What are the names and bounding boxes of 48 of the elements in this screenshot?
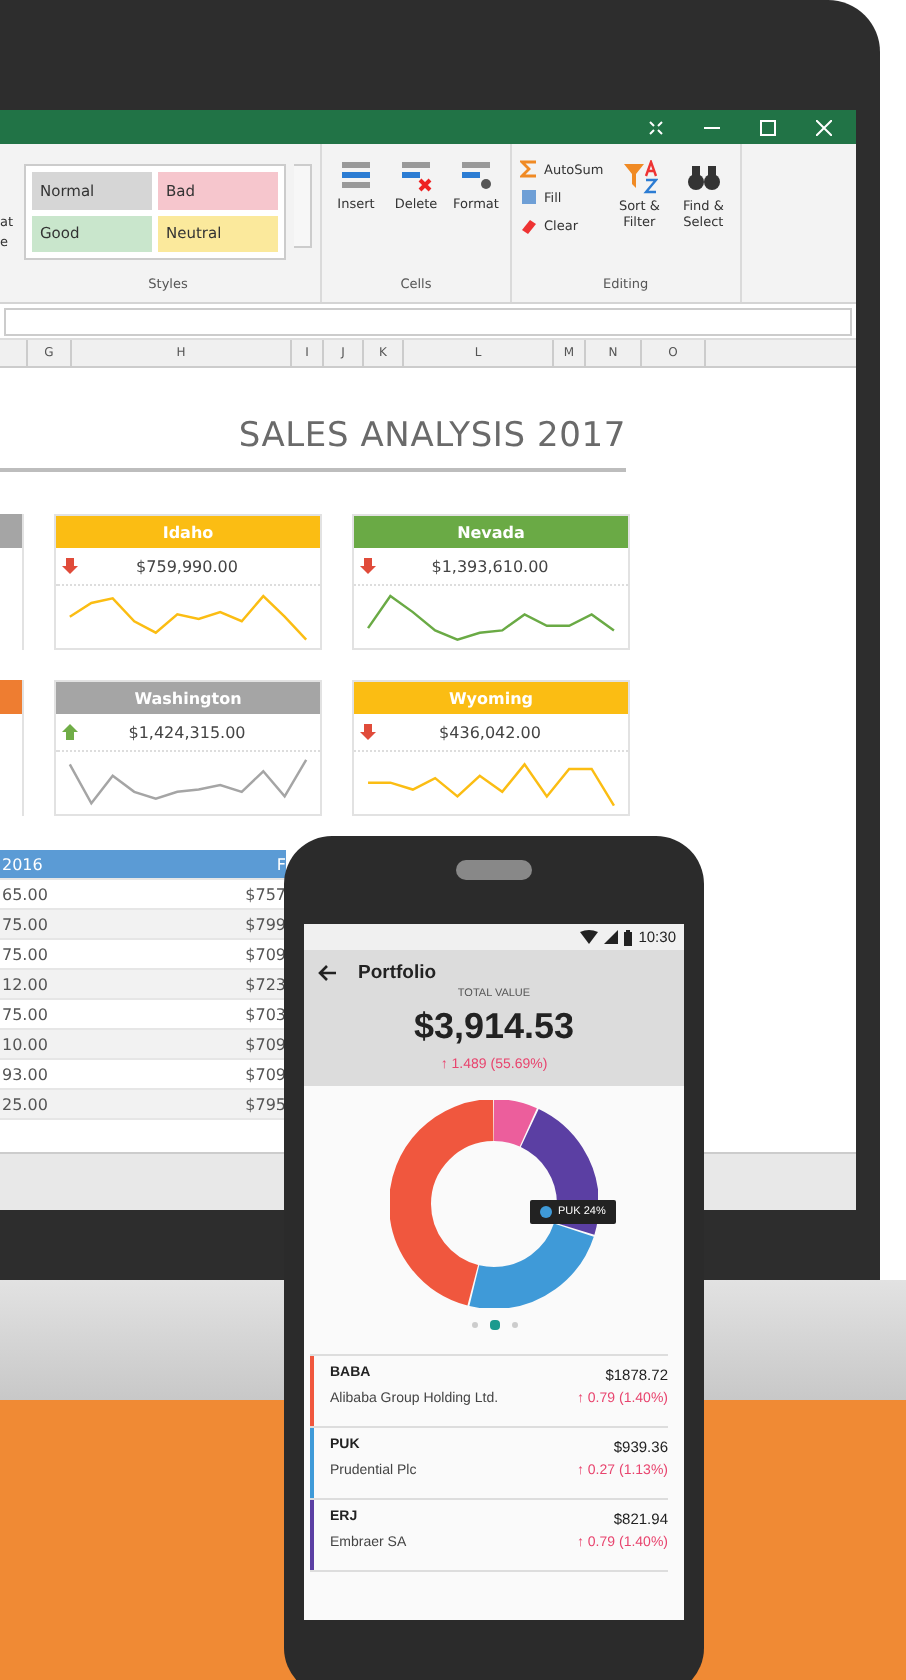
page-indicator-dot[interactable]	[511, 1322, 517, 1328]
page-indicator-dot[interactable]	[471, 1322, 477, 1328]
card-value: $1,393,610.00	[429, 557, 551, 576]
column-heading: 2016	[0, 855, 45, 873]
binoculars-icon	[685, 160, 722, 194]
table-cell: $709	[245, 945, 286, 963]
table-cell-text: 75.00	[0, 1005, 50, 1023]
insert-cells-icon	[340, 160, 372, 192]
maximize-icon[interactable]	[760, 119, 776, 135]
card-title: Idaho	[56, 516, 320, 549]
fill-icon	[520, 188, 538, 206]
column-heading: F	[276, 855, 286, 873]
close-icon[interactable]	[816, 119, 832, 135]
card-value: $1,424,315.00	[126, 723, 248, 742]
restore-icon[interactable]	[648, 119, 664, 135]
table-cell-text: 75.00	[0, 915, 50, 933]
sort-filter-icon	[621, 160, 658, 194]
table-cell: $799	[245, 915, 286, 933]
eraser-icon	[520, 216, 538, 234]
format-cells-icon	[460, 160, 492, 192]
table-cell: $703	[245, 1005, 286, 1023]
table-cell: $709	[245, 1065, 286, 1083]
total-value: $3,914.53	[413, 1006, 575, 1048]
card-value: $759,990.00	[134, 557, 240, 576]
card-title: Nevada	[354, 516, 628, 549]
table-cell: $795	[245, 1095, 286, 1113]
page-title: Portfolio	[358, 962, 437, 984]
table-cell: $723	[245, 975, 286, 993]
table-cell: $757	[245, 885, 286, 903]
back-arrow-icon[interactable]	[318, 964, 338, 982]
speaker-grille	[456, 860, 532, 880]
table-cell: $709	[245, 1035, 286, 1053]
card-title: Washington	[56, 682, 320, 715]
sheet-title: SALES ANALYSIS 2017	[236, 416, 626, 456]
table-cell-text: 65.00	[0, 885, 50, 903]
card-value: $436,042.00	[437, 723, 543, 742]
table-cell-text: 12.00	[0, 975, 50, 993]
table-cell-text: 75.00	[0, 945, 50, 963]
battery-icon	[624, 929, 633, 945]
delete-cells-icon	[400, 160, 432, 192]
card-title: Wyoming	[354, 682, 628, 715]
table-cell-text: 25.00	[0, 1095, 50, 1113]
table-cell-text: 10.00	[0, 1035, 50, 1053]
wifi-icon	[580, 930, 599, 944]
gallery-scrollbar[interactable]	[294, 164, 312, 248]
sum-icon	[520, 160, 538, 178]
table-cell-text: 93.00	[0, 1065, 50, 1083]
signal-icon	[604, 930, 619, 944]
